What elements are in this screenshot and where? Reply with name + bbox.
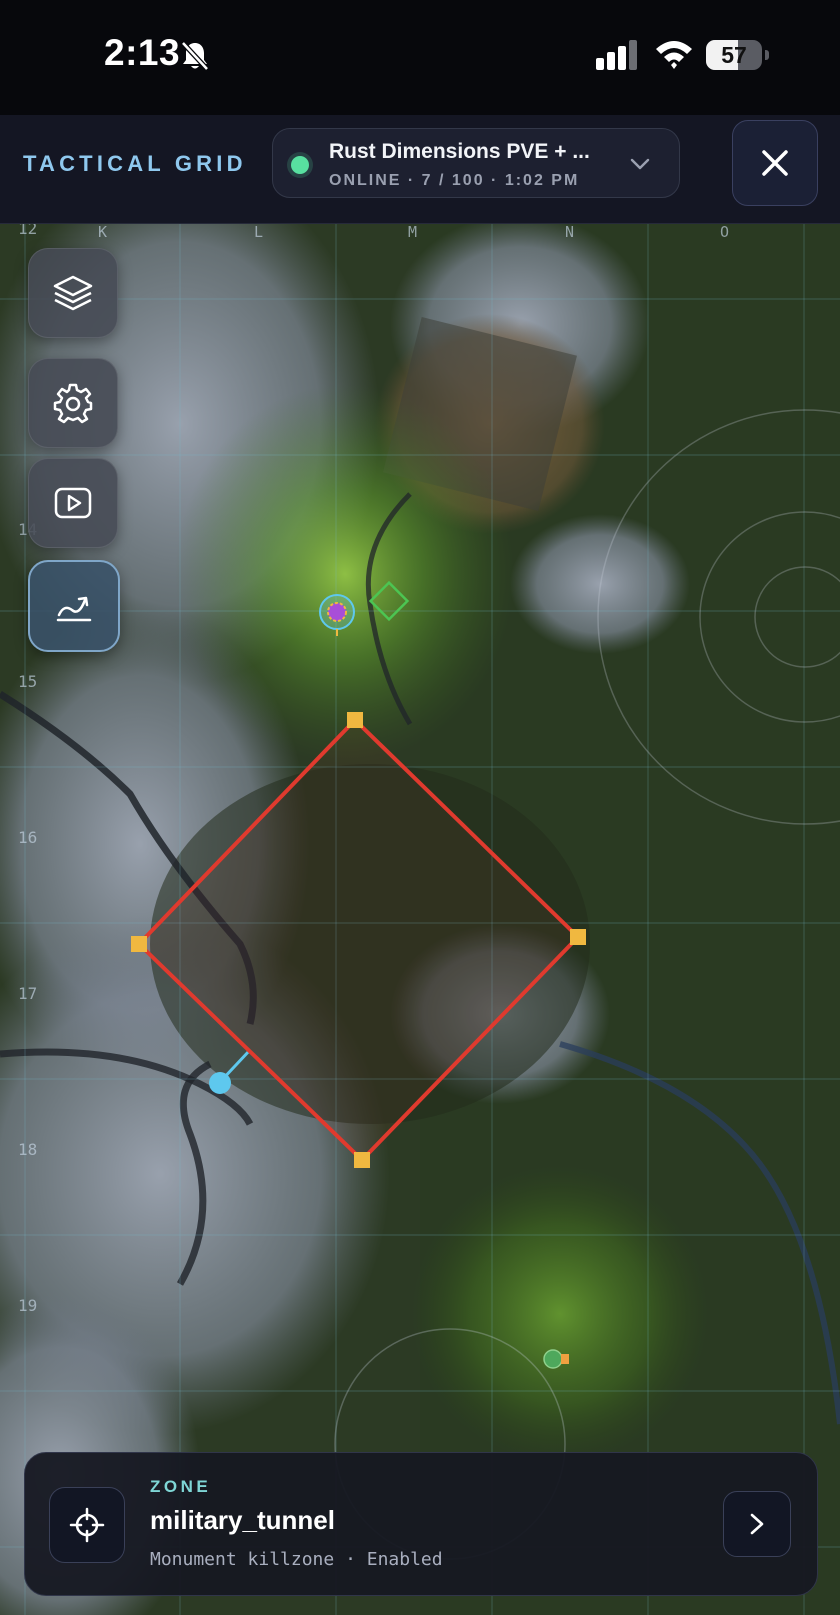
zone-vertex-handle[interactable] [131,936,147,952]
locate-zone-button[interactable] [49,1487,125,1563]
zone-details-button[interactable] [723,1491,791,1557]
play-icon [54,487,92,519]
zone-info-card[interactable]: ZONE military_tunnel Monument killzone ·… [24,1452,818,1596]
battery-icon: 57 [706,40,769,70]
battery-level: 57 [721,42,747,68]
cellular-signal-icon [596,40,637,70]
zone-name: military_tunnel [150,1505,335,1535]
settings-button[interactable] [28,358,118,448]
bell-slash-icon [181,41,209,71]
wifi-icon [656,41,692,69]
layers-button[interactable] [28,248,118,338]
brand-title: TACTICAL GRID [23,151,247,176]
playback-button[interactable] [28,458,118,548]
layers-icon [53,275,93,311]
server-name: Rust Dimensions PVE + ... [329,140,590,163]
chevron-right-icon [750,1513,764,1535]
zone-type-label: ZONE [150,1477,212,1496]
chart-button[interactable] [28,560,120,652]
player-position-dot[interactable] [209,1072,231,1094]
status-time: 2:13 [104,32,181,73]
zone-vertex-handle[interactable] [354,1152,370,1168]
close-button[interactable] [732,120,818,206]
app-header: TACTICAL GRID Rust Dimensions PVE + ... … [0,115,840,224]
zone-description: Monument killzone · Enabled [150,1549,443,1570]
player-marker[interactable] [319,594,355,636]
zone-vertex-handle[interactable] [347,712,363,728]
server-status: ONLINE · 7 / 100 · 1:02 PM [329,172,580,189]
server-selector[interactable]: Rust Dimensions PVE + ... ONLINE · 7 / 1… [272,128,680,198]
tactical-map[interactable]: K L M N O 12 14 15 16 17 18 19 [0,224,840,1615]
map-overlay [131,580,586,1369]
chart-line-icon [56,596,92,622]
server-online-indicator [291,156,309,174]
zone-polygon[interactable] [137,718,580,1162]
chevron-down-icon [630,158,650,170]
close-icon [762,150,788,176]
crosshair-icon [69,1507,105,1543]
waypoint-marker[interactable] [368,580,410,622]
status-bar: 2:13 57 [0,0,840,115]
vehicle-marker[interactable] [543,1349,569,1369]
zone-vertex-handle[interactable] [570,929,586,945]
gear-icon [53,383,93,424]
